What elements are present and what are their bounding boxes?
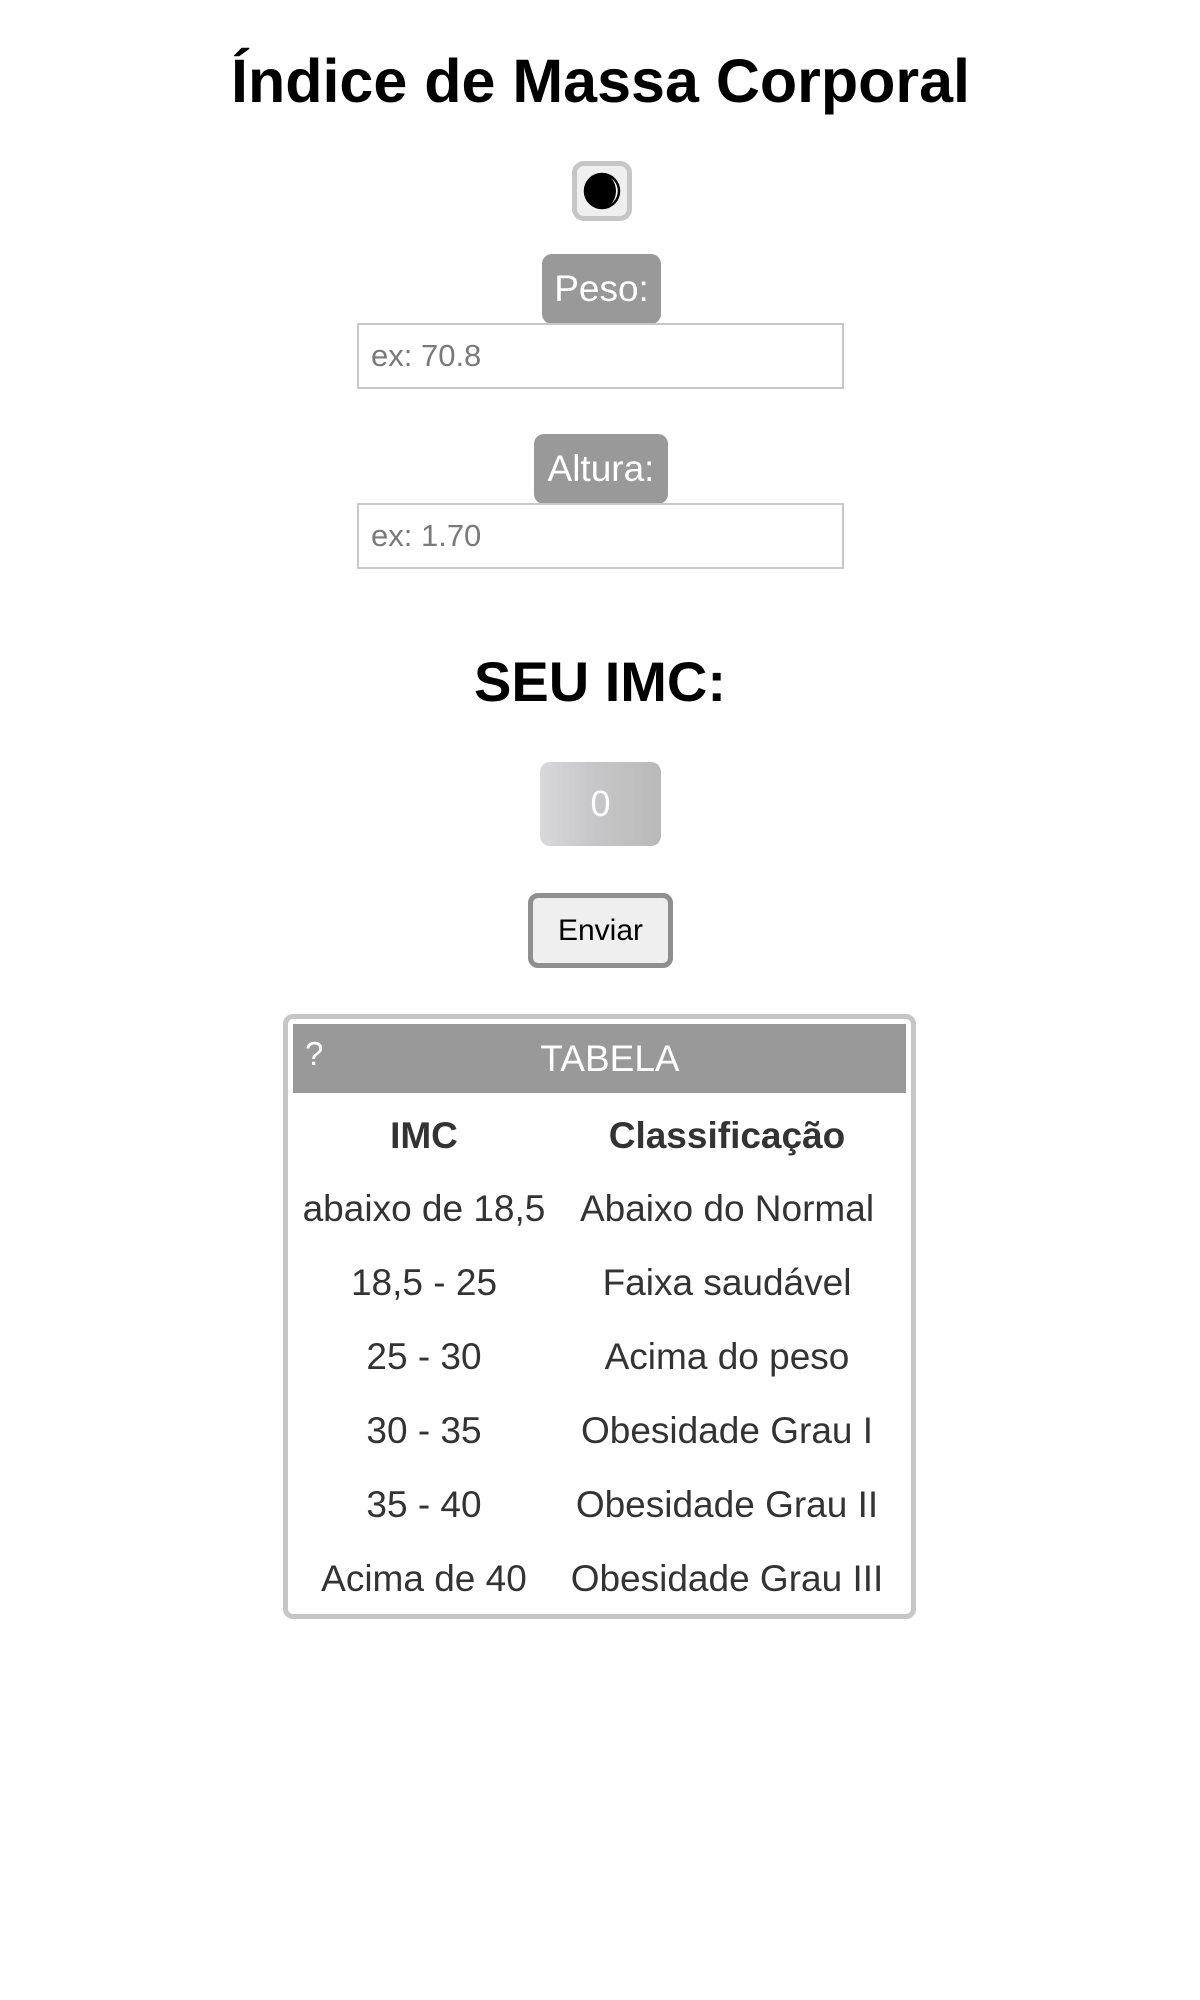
table-cell-imc: 30 - 35	[366, 1410, 482, 1451]
table-row: 30 - 35 Obesidade Grau I	[288, 1394, 911, 1468]
height-input[interactable]	[357, 503, 844, 569]
table-header-row: IMC Classificação	[288, 1099, 911, 1173]
table-cell-classification: Obesidade Grau I	[580, 1410, 874, 1451]
bmi-table: ? TABELA IMC Classificação abaixo de 18,…	[283, 1014, 916, 1619]
table-cell-imc: Acima de 40	[321, 1558, 527, 1599]
bmi-result-value: 0	[540, 762, 661, 846]
page: Índice de Massa Corporal Peso: Altura: S…	[0, 0, 1200, 2000]
table-cell-imc: 25 - 30	[366, 1336, 482, 1377]
height-label: Altura:	[534, 434, 668, 504]
table-cell-imc: abaixo de 18,5	[302, 1188, 546, 1229]
page-title: Índice de Massa Corporal	[231, 47, 970, 115]
table-row: 35 - 40 Obesidade Grau II	[288, 1468, 911, 1542]
table-cell-classification: Acima do peso	[604, 1336, 850, 1377]
submit-button[interactable]: Enviar	[528, 893, 673, 968]
table-title: TABELA	[540, 1038, 680, 1079]
table-cell-classification: Obesidade Grau III	[570, 1558, 884, 1599]
column-header-imc: IMC	[390, 1115, 458, 1156]
table-cell-classification: Faixa saudável	[602, 1262, 852, 1303]
half-moon-icon	[583, 172, 621, 210]
table-cell-imc: 35 - 40	[366, 1484, 482, 1525]
weight-input[interactable]	[357, 323, 844, 389]
weight-label: Peso:	[542, 254, 661, 324]
table-cell-imc: 18,5 - 25	[350, 1262, 498, 1303]
table-header: ? TABELA	[293, 1024, 906, 1093]
table-row: Acima de 40 Obesidade Grau III	[288, 1542, 911, 1616]
table-row: 25 - 30 Acima do peso	[288, 1320, 911, 1394]
column-header-classification: Classificação	[608, 1115, 846, 1156]
table-row: abaixo de 18,5 Abaixo do Normal	[288, 1172, 911, 1246]
table-cell-classification: Obesidade Grau II	[575, 1484, 879, 1525]
table-cell-classification: Abaixo do Normal	[579, 1188, 875, 1229]
table-row: 18,5 - 25 Faixa saudável	[288, 1246, 911, 1320]
theme-toggle-button[interactable]	[572, 161, 632, 221]
result-title: SEU IMC:	[474, 650, 726, 713]
